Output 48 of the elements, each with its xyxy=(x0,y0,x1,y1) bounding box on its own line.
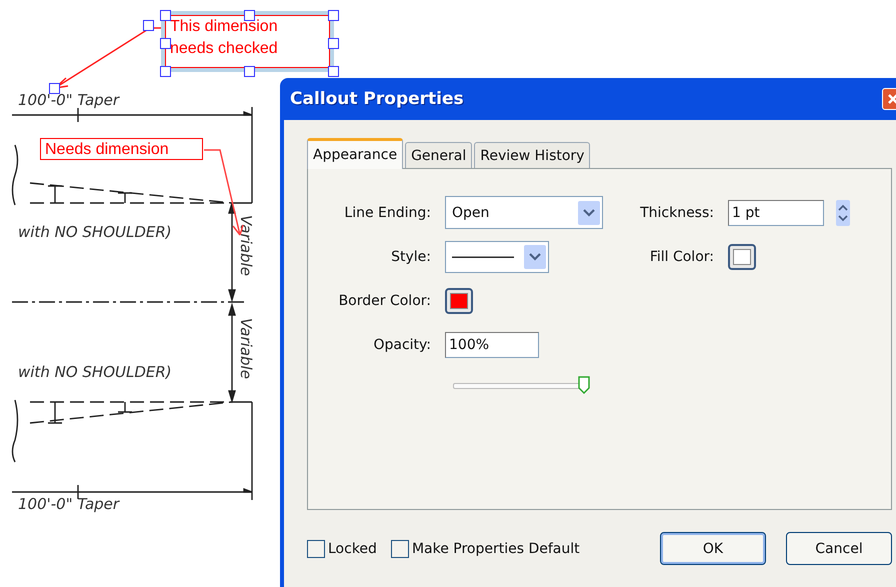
field-label: Style: xyxy=(391,249,431,265)
dialog-button[interactable]: OK xyxy=(660,532,766,565)
resize-handle[interactable] xyxy=(49,83,60,94)
chevron-icon xyxy=(529,253,541,261)
solid-line-icon xyxy=(452,256,514,258)
line-ending-dropdown[interactable]: Open xyxy=(445,196,603,229)
resize-handle[interactable] xyxy=(328,66,339,77)
callout-text-box[interactable]: Needs dimension xyxy=(40,138,203,160)
drawing-label: 100'-0" Taper xyxy=(18,497,120,512)
window-title: Callout Properties xyxy=(290,89,464,109)
close-icon xyxy=(887,93,896,105)
resize-handle[interactable] xyxy=(160,66,171,77)
slider-thumb[interactable] xyxy=(578,376,590,394)
field-label: Thickness: xyxy=(640,204,714,220)
resize-handle[interactable] xyxy=(244,66,255,77)
thickness-field[interactable]: 1 pt xyxy=(728,200,824,226)
tab[interactable]: General xyxy=(405,142,472,168)
color-swatch[interactable] xyxy=(728,244,756,270)
drawing-label: 100'-0" Taper xyxy=(18,93,120,108)
vertical-dimension-label: Variable xyxy=(238,215,253,276)
resize-handle[interactable] xyxy=(244,10,255,21)
resize-handle[interactable] xyxy=(328,10,339,21)
line-style-dropdown[interactable] xyxy=(445,241,549,273)
field-label: Border Color: xyxy=(338,293,431,309)
checkbox[interactable]: Make Properties Default xyxy=(390,540,580,558)
field-label: Fill Color: xyxy=(650,249,714,265)
color-swatch[interactable] xyxy=(445,288,473,314)
checkbox-square[interactable] xyxy=(390,540,409,558)
tab[interactable]: Review History xyxy=(474,142,590,168)
resize-handle[interactable] xyxy=(160,10,171,21)
checkbox[interactable]: Locked xyxy=(307,540,377,558)
resize-handle[interactable] xyxy=(160,38,171,49)
opacity-field[interactable]: 100% xyxy=(445,332,539,358)
checkbox-square[interactable] xyxy=(307,540,325,558)
checkbox-label: Make Properties Default xyxy=(412,540,580,556)
dialog-button[interactable]: Cancel xyxy=(786,532,892,565)
field-label: Opacity: xyxy=(373,337,431,353)
up-down-icon xyxy=(838,202,848,222)
drawing-label: with NO SHOULDER) xyxy=(18,225,172,240)
resize-handle[interactable] xyxy=(328,38,339,49)
drawing-label: with NO SHOULDER) xyxy=(18,365,172,380)
tab[interactable]: Appearance xyxy=(307,138,404,169)
checkbox-label: Locked xyxy=(328,540,377,556)
field-label: Line Ending: xyxy=(344,204,431,220)
chevron-icon xyxy=(583,208,595,216)
spinner-button[interactable] xyxy=(836,200,850,226)
vertical-dimension-label: Variable xyxy=(238,318,253,379)
resize-handle[interactable] xyxy=(143,20,154,31)
